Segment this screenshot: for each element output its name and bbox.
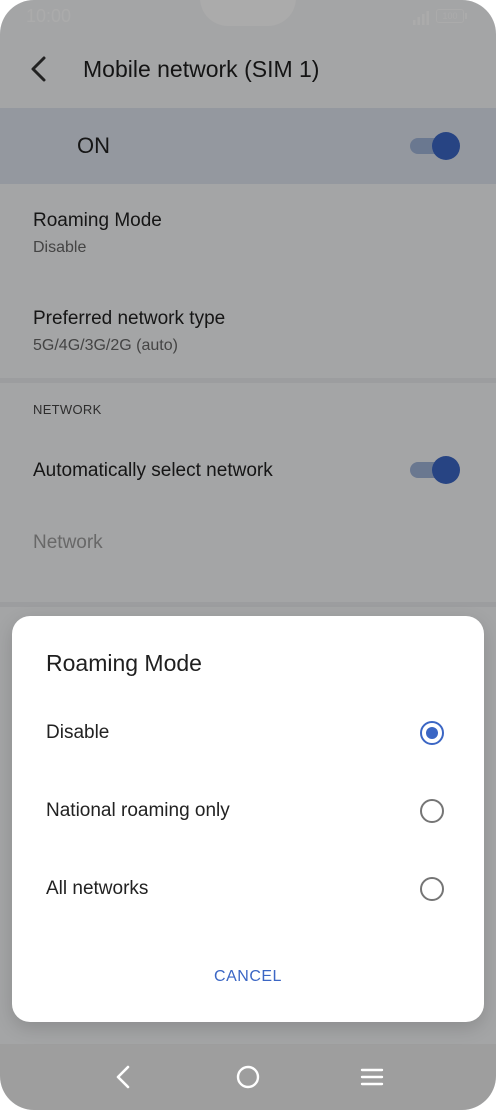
phone-screen: 10:00 100 Mobile network (SIM 1) ON Roam… — [0, 0, 496, 1110]
option-all-networks[interactable]: All networks — [12, 858, 484, 924]
option-label: All networks — [46, 878, 149, 899]
option-national-roaming-only[interactable]: National roaming only — [12, 780, 484, 846]
menu-icon[interactable] — [357, 1062, 387, 1092]
radio-unselected-icon[interactable] — [420, 877, 444, 901]
back-icon[interactable] — [108, 1062, 138, 1092]
option-label: Disable — [46, 722, 110, 743]
option-disable[interactable]: Disable — [12, 702, 484, 768]
roaming-mode-dialog: Roaming Mode Disable National roaming on… — [12, 616, 484, 1022]
option-label: National roaming only — [46, 800, 230, 821]
radio-selected-icon[interactable] — [420, 721, 444, 745]
cancel-button[interactable]: CANCEL — [198, 960, 298, 994]
dialog-title: Roaming Mode — [46, 650, 202, 676]
radio-unselected-icon[interactable] — [420, 799, 444, 823]
home-icon[interactable] — [233, 1062, 263, 1092]
